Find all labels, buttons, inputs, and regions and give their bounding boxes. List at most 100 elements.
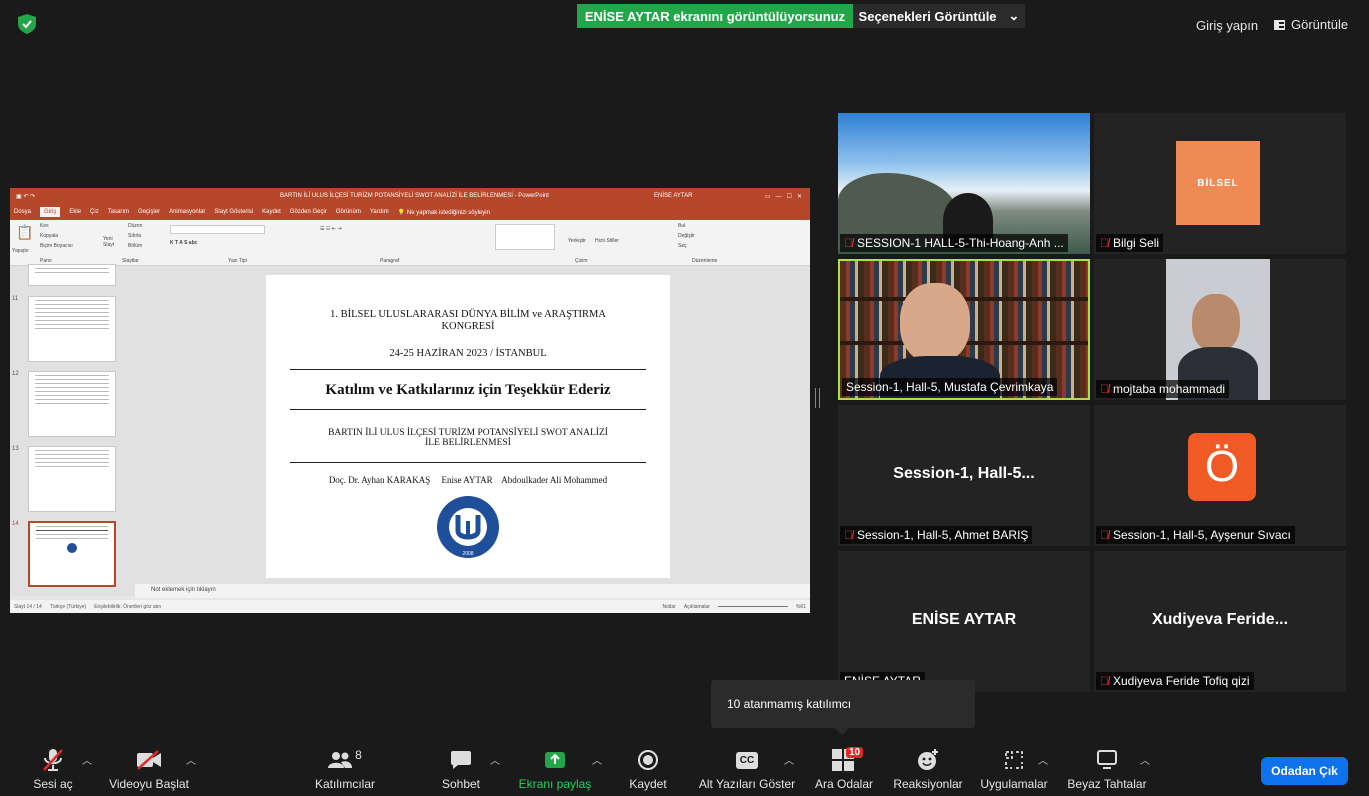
- sign-in-link[interactable]: Giriş yapın: [1196, 18, 1258, 33]
- status-comments: Açıklamalar: [683, 603, 710, 610]
- slide-thumbnail-pane: 11 12 13 14: [10, 264, 135, 596]
- ppt-window-title: BARTIN İLİ ULUS İLÇESİ TURİZM POTANSİYEL…: [280, 193, 549, 199]
- copy-label: Kopyala: [40, 233, 59, 239]
- status-slide-count: Slayt 14 / 14: [14, 603, 42, 610]
- mic-muted-icon: 🎙̸: [1100, 382, 1109, 396]
- mic-muted-icon: 🎙̸: [1100, 528, 1109, 542]
- menu-insert: Ekle: [69, 209, 82, 215]
- slide-authors: Doç. Dr. Ayhan KARAKAŞ Enise AYTAR Abdou…: [328, 475, 608, 485]
- video-tile[interactable]: Xudiyeva Feride... 🎙̸ Xudiyeva Feride Tof…: [1094, 551, 1346, 692]
- video-tile-active-speaker[interactable]: Session-1, Hall-5, Mustafa Çevrimkaya: [838, 259, 1090, 400]
- menu-record: Kaydet: [262, 209, 281, 215]
- closed-captions-icon: CC: [735, 747, 759, 773]
- reactions-label: Reaksiyonlar: [893, 777, 963, 791]
- window-controls: ▭ — ☐ ✕: [764, 193, 802, 200]
- security-shield-icon[interactable]: [18, 14, 36, 34]
- video-tile[interactable]: 🎙̸ SESSION-1 HALL-5-Thi-Hoang-Anh ...: [838, 113, 1090, 254]
- audio-options-caret[interactable]: ︿: [82, 752, 92, 767]
- participants-count: 8: [355, 748, 362, 762]
- apps-options-caret[interactable]: ︿: [1038, 752, 1048, 767]
- participant-center-name: Session-1, Hall-5...: [893, 465, 1035, 482]
- slide-number: 14: [12, 521, 19, 527]
- participant-label: 🎙̸ mojtaba mohammadi: [1096, 380, 1230, 398]
- apps-button[interactable]: Uygulamalar: [976, 740, 1052, 796]
- participant-label: 🎙̸ Bilgi Seli: [1096, 234, 1164, 252]
- apps-icon: [1004, 747, 1024, 773]
- bilsel-logo-text: BİLSEL: [1197, 177, 1239, 189]
- mic-muted-icon: 🎙̸: [1100, 236, 1109, 250]
- slide-number: 13: [12, 446, 19, 452]
- menu-animations: Animasyonlar: [169, 209, 206, 215]
- participants-button[interactable]: 8 Katılımcılar: [310, 740, 380, 796]
- video-tile[interactable]: Ö 🎙̸ Session-1, Hall-5, Ayşenur Sıvacı: [1094, 405, 1346, 546]
- slide-congress-line2: KONGRESİ: [441, 321, 495, 332]
- menu-file: Dosya: [14, 209, 32, 215]
- chat-button[interactable]: Sohbet: [436, 740, 486, 796]
- participant-name: SESSION-1 HALL-5-Thi-Hoang-Anh ...: [857, 236, 1064, 250]
- video-tile[interactable]: ENİSE AYTAR ENİSE AYTAR: [838, 551, 1090, 692]
- menu-design: Tasarım: [107, 209, 130, 215]
- video-options-caret[interactable]: ︿: [186, 752, 196, 767]
- share-screen-icon: [544, 747, 566, 773]
- record-button[interactable]: Kaydet: [625, 740, 671, 796]
- slide-subtitle-line1: BARTIN İLİ ULUS İLÇESİ TURİZM POTANSİYEL…: [328, 428, 608, 438]
- unmute-button[interactable]: Sesi aç: [28, 740, 78, 796]
- quick-styles-label: Hızlı Stiller: [595, 238, 619, 244]
- slide-subtitle-line2: İLE BELİRLENMESİ: [425, 438, 511, 448]
- group-font: Yazı Tipi: [228, 258, 247, 264]
- share-screen-button[interactable]: Ekranı paylaş: [515, 740, 595, 796]
- select-label: Seç: [678, 243, 687, 249]
- video-tile[interactable]: BİLSEL 🎙̸ Bilgi Seli: [1094, 113, 1346, 254]
- leave-meeting-button[interactable]: Odadan Çık: [1261, 757, 1348, 785]
- menu-home: Giriş: [40, 207, 61, 217]
- participant-name: Session-1, Hall-5, Ayşenur Sıvacı: [1113, 528, 1291, 542]
- group-paragraph: Paragraf: [380, 258, 400, 264]
- whiteboard-icon: [1096, 747, 1118, 773]
- cut-label: Kes: [40, 223, 49, 229]
- breakout-rooms-button[interactable]: 10 Ara Odalar: [810, 740, 878, 796]
- whiteboards-label: Beyaz Tahtalar: [1067, 777, 1147, 791]
- panel-splitter-handle[interactable]: [815, 388, 820, 408]
- captions-options-caret[interactable]: ︿: [784, 752, 794, 767]
- ppt-title-bar: ▣ ↶ ↷ BARTIN İLİ ULUS İLÇESİ TURİZM POTA…: [10, 188, 810, 204]
- captions-icon-text: CC: [735, 751, 759, 769]
- slide-number: 12: [12, 371, 19, 377]
- whiteboards-button[interactable]: Beyaz Tahtalar: [1064, 740, 1150, 796]
- mic-muted-icon: 🎙̸: [1100, 674, 1109, 688]
- video-tile[interactable]: Session-1, Hall-5... 🎙̸ Session-1, Hall-5…: [838, 405, 1090, 546]
- find-label: Bul: [678, 223, 686, 229]
- menu-draw: Çiz: [90, 209, 99, 215]
- participant-center-name: Xudiyeva Feride...: [1151, 611, 1289, 628]
- zoom-slider: [717, 606, 788, 607]
- start-video-button[interactable]: Videoyu Başlat: [104, 740, 194, 796]
- share-screen-label: Ekranı paylaş: [518, 777, 592, 791]
- new-slide-label: Yeni Slayt: [103, 236, 115, 248]
- grid-layout-icon: [1274, 19, 1285, 30]
- reset-label: Sıfırla: [128, 233, 142, 239]
- chevron-down-icon: ⌄: [1008, 8, 1020, 23]
- video-tile[interactable]: 🎙̸ mojtaba mohammadi: [1094, 259, 1346, 400]
- whiteboards-options-caret[interactable]: ︿: [1140, 752, 1150, 767]
- notes-pane: Not eklemek için tıklayın: [135, 584, 810, 598]
- reactions-button[interactable]: Reaksiyonlar: [890, 740, 966, 796]
- slide-thumbnail: [28, 264, 116, 286]
- slide-thumbnail: [28, 446, 116, 512]
- captions-button[interactable]: CC Alt Yazıları Göster: [694, 740, 800, 796]
- captions-label: Alt Yazıları Göster: [698, 777, 796, 791]
- bilsel-logo: BİLSEL: [1176, 141, 1260, 225]
- record-label: Kaydet: [629, 777, 667, 791]
- slide-thumbnail: [28, 296, 116, 362]
- font-style-buttons: K T A S abc: [170, 240, 198, 246]
- chat-options-caret[interactable]: ︿: [490, 752, 500, 767]
- view-button-label: Görüntüle: [1291, 17, 1349, 32]
- video-feed-person: [900, 283, 970, 363]
- menu-transitions: Geçişler: [138, 209, 161, 215]
- view-button[interactable]: Görüntüle: [1274, 17, 1348, 32]
- participant-center-name: ENİSE AYTAR: [911, 611, 1017, 628]
- ppt-ribbon: 📋 Yapıştır Kes Kopyala Biçim Boyacısı Ye…: [10, 220, 810, 266]
- chat-icon: [450, 747, 472, 773]
- shared-screen: ▣ ↶ ↷ BARTIN İLİ ULUS İLÇESİ TURİZM POTA…: [10, 188, 810, 613]
- share-options-caret[interactable]: ︿: [592, 752, 602, 767]
- mic-muted-icon: 🎙̸: [844, 236, 853, 250]
- view-options-button[interactable]: Seçenekleri Görüntüle ⌄: [853, 4, 1025, 28]
